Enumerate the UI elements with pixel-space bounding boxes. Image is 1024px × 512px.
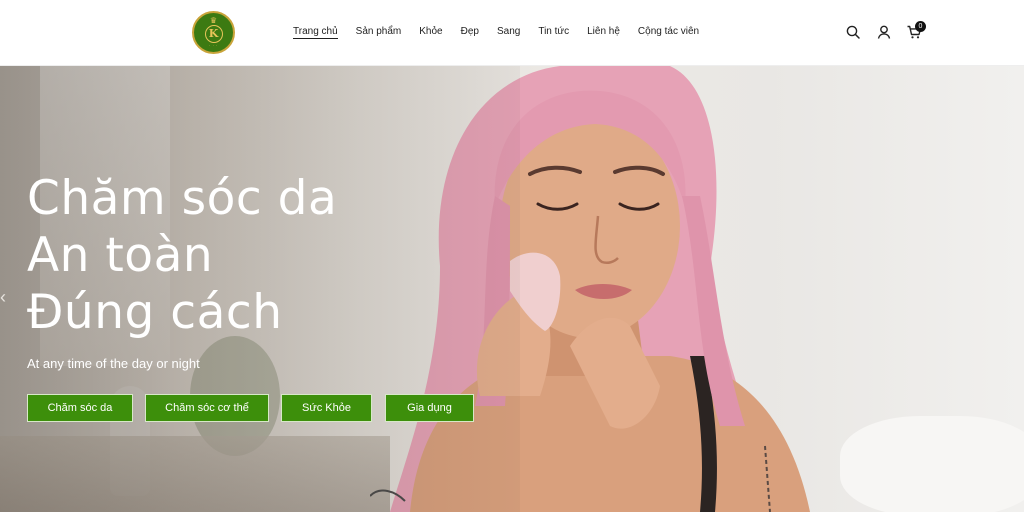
background-blanket — [840, 416, 1024, 512]
hero-banner: ‹ Chăm sóc da An toàn Đúng cách At any t… — [0, 66, 1024, 512]
cart-count-badge: 0 — [915, 21, 926, 32]
nav-item-contact[interactable]: Liên hệ — [587, 26, 620, 39]
headline-line-3: Đúng cách — [27, 285, 283, 340]
search-icon[interactable] — [845, 24, 861, 40]
crown-icon: ♛ — [209, 15, 218, 25]
category-button-bodycare[interactable]: Chăm sóc cơ thể — [145, 394, 269, 422]
chevron-left-icon[interactable]: ‹ — [0, 288, 6, 306]
category-button-household[interactable]: Gia dụng — [385, 394, 474, 422]
nav-item-home[interactable]: Trang chủ — [293, 26, 338, 39]
category-button-skincare[interactable]: Chăm sóc da — [27, 394, 133, 422]
brand-logo[interactable]: ♛ K · · · — [192, 11, 235, 54]
nav-item-beauty[interactable]: Đẹp — [461, 26, 479, 39]
nav-item-news[interactable]: Tin tức — [538, 26, 569, 39]
main-nav: Trang chủ Sản phẩm Khỏe Đẹp Sang Tin tức… — [293, 26, 699, 39]
nav-item-products[interactable]: Sản phẩm — [356, 26, 402, 39]
logo-wordmark: · · · — [209, 42, 218, 48]
user-icon[interactable] — [876, 24, 892, 40]
hero-subtitle: At any time of the day or night — [27, 356, 200, 371]
hero-headline: Chăm sóc da An toàn Đúng cách — [27, 170, 337, 341]
logo-monogram: K — [204, 24, 223, 43]
category-button-health[interactable]: Sức Khỏe — [281, 394, 372, 422]
site-header: ♛ K · · · Trang chủ Sản phẩm Khỏe Đẹp Sa… — [0, 0, 1024, 66]
nav-item-collaborator[interactable]: Cộng tác viên — [638, 26, 699, 39]
headline-line-2: An toàn — [27, 228, 214, 283]
headline-line-1: Chăm sóc da — [27, 171, 338, 226]
nav-item-health[interactable]: Khỏe — [419, 26, 442, 39]
nav-item-luxury[interactable]: Sang — [497, 26, 520, 39]
